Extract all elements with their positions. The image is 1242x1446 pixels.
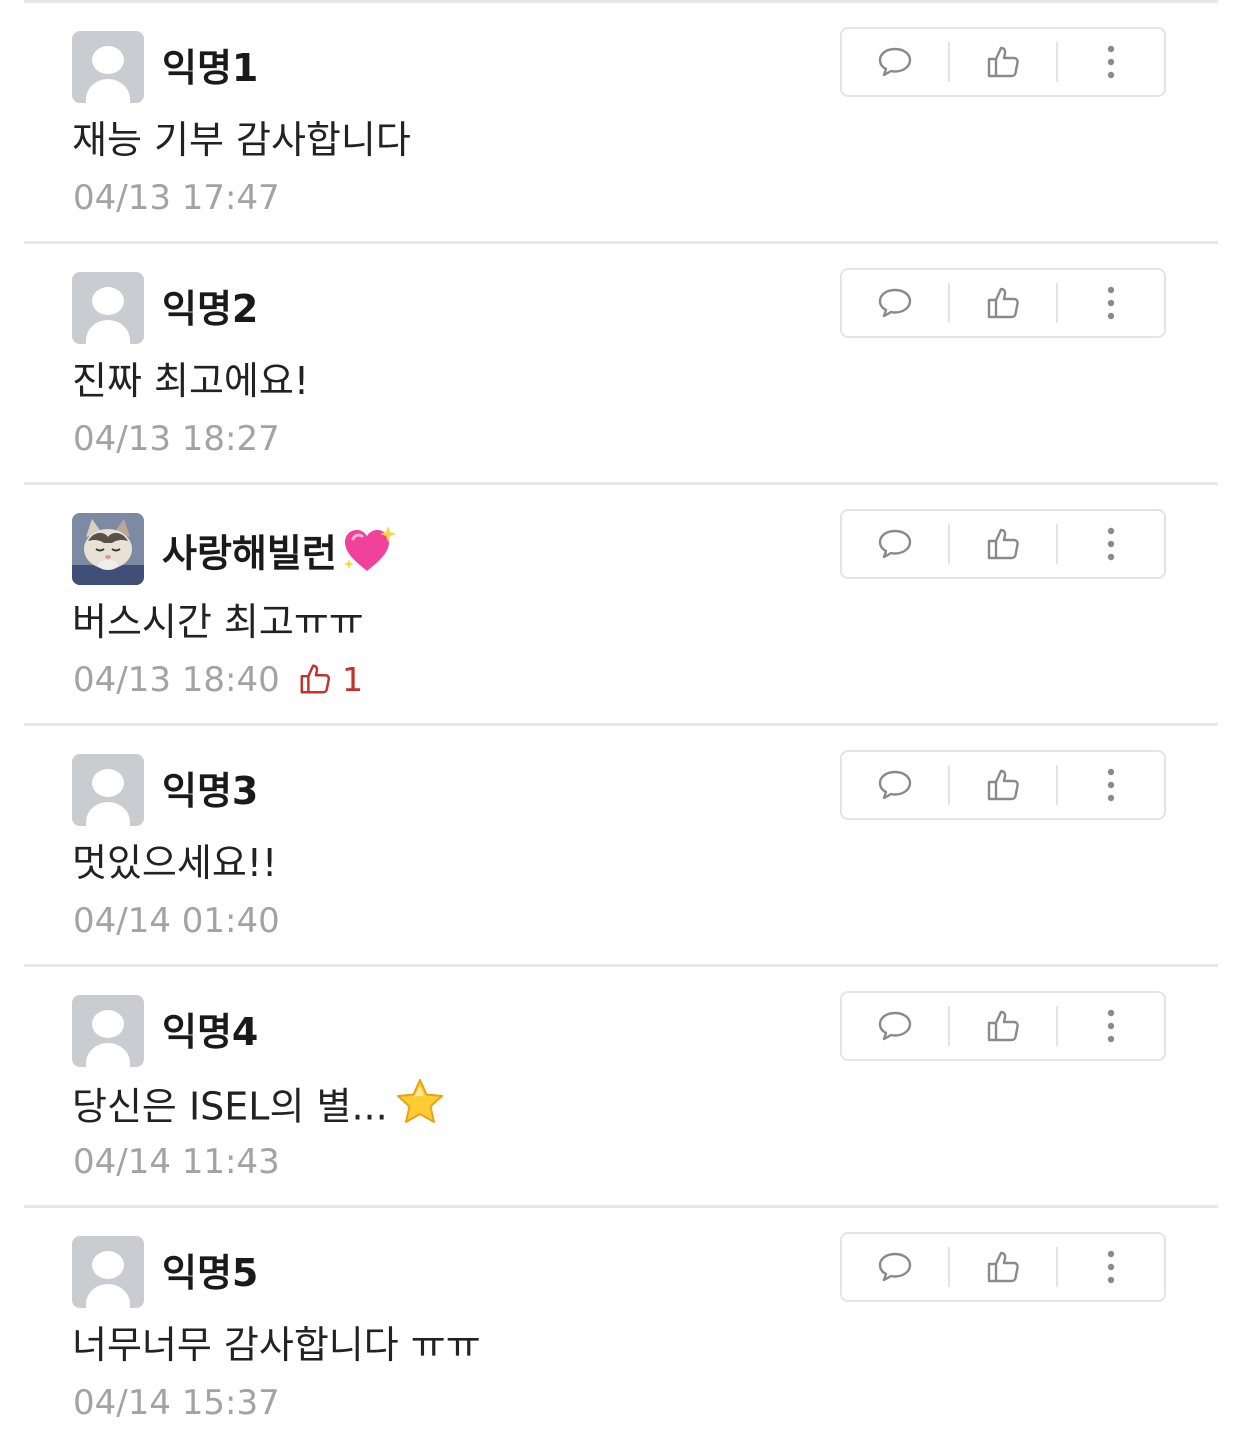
reply-button[interactable] xyxy=(842,270,948,336)
like-icon xyxy=(987,287,1019,319)
reply-button[interactable] xyxy=(842,993,948,1059)
comment-actions xyxy=(840,1232,1166,1302)
avatar[interactable] xyxy=(72,754,144,826)
like-icon xyxy=(300,664,331,693)
comment-time: 04/14 01:40 xyxy=(73,901,280,941)
comment-item: 사랑해빌런 버스시간 최고ㅠㅠ 04/13 18:40 1 xyxy=(0,485,1242,723)
comment-nickname[interactable]: 사랑해빌런 xyxy=(162,525,397,576)
more-icon xyxy=(1107,1009,1115,1043)
reply-button[interactable] xyxy=(842,1234,948,1300)
like-icon xyxy=(987,1010,1019,1042)
cat-photo-icon xyxy=(72,513,144,585)
comment-item: 익명4 당신은 ISEL의 별... 04/14 11:43 xyxy=(0,967,1242,1205)
reply-icon xyxy=(878,1252,912,1282)
more-button[interactable] xyxy=(1058,752,1164,818)
reply-icon xyxy=(878,770,912,800)
comment-actions xyxy=(840,509,1166,579)
more-icon xyxy=(1107,768,1115,802)
comment-text: 너무너무 감사합니다 ㅠㅠ xyxy=(72,1323,481,1367)
like-icon xyxy=(987,769,1019,801)
reply-icon xyxy=(878,288,912,318)
comment-item: 익명2 진짜 최고에요! 04/13 18:27 xyxy=(0,244,1242,482)
like-button[interactable] xyxy=(950,993,1056,1059)
reply-icon xyxy=(878,1011,912,1041)
comment-actions xyxy=(840,991,1166,1061)
comment-text: 버스시간 최고ㅠㅠ xyxy=(72,600,364,644)
sparkling-heart-icon xyxy=(341,525,397,587)
comment-nickname[interactable]: 익명5 xyxy=(162,1248,258,1298)
like-button[interactable] xyxy=(950,511,1056,577)
comment-item: 익명5 너무너무 감사합니다 ㅠㅠ 04/14 15:37 xyxy=(0,1208,1242,1446)
comment-time: 04/14 11:43 xyxy=(73,1142,280,1182)
comment-nickname[interactable]: 익명3 xyxy=(162,766,258,816)
avatar[interactable] xyxy=(72,272,144,344)
more-icon xyxy=(1107,1250,1115,1284)
like-button[interactable] xyxy=(950,29,1056,95)
comment-item: 익명1 재능 기부 감사합니다 04/13 17:47 xyxy=(0,3,1242,241)
avatar[interactable] xyxy=(72,31,144,103)
avatar[interactable] xyxy=(72,1236,144,1308)
comment-actions xyxy=(840,27,1166,97)
like-button[interactable] xyxy=(950,1234,1056,1300)
more-icon xyxy=(1107,286,1115,320)
avatar[interactable] xyxy=(72,513,144,585)
comment-time: 04/13 18:40 xyxy=(73,660,280,700)
reply-button[interactable] xyxy=(842,29,948,95)
more-button[interactable] xyxy=(1058,511,1164,577)
comment-nickname[interactable]: 익명4 xyxy=(162,1007,258,1057)
comment-text: 재능 기부 감사합니다 xyxy=(72,118,411,162)
more-icon xyxy=(1107,527,1115,561)
reply-button[interactable] xyxy=(842,511,948,577)
more-icon xyxy=(1107,45,1115,79)
star-icon xyxy=(394,1077,446,1141)
like-count: 1 xyxy=(298,659,363,701)
reply-icon xyxy=(878,47,912,77)
comment-text: 멋있으세요!! xyxy=(72,841,278,885)
comment-nickname[interactable]: 익명2 xyxy=(162,284,258,334)
more-button[interactable] xyxy=(1058,1234,1164,1300)
like-icon xyxy=(987,528,1019,560)
reply-button[interactable] xyxy=(842,752,948,818)
comment-actions xyxy=(840,750,1166,820)
comment-actions xyxy=(840,268,1166,338)
comment-nickname[interactable]: 익명1 xyxy=(162,43,258,93)
comment-text: 당신은 ISEL의 별... xyxy=(72,1077,446,1131)
more-button[interactable] xyxy=(1058,270,1164,336)
reply-icon xyxy=(878,529,912,559)
comment-time: 04/13 17:47 xyxy=(73,178,280,218)
more-button[interactable] xyxy=(1058,993,1164,1059)
like-icon xyxy=(987,46,1019,78)
more-button[interactable] xyxy=(1058,29,1164,95)
avatar[interactable] xyxy=(72,995,144,1067)
like-button[interactable] xyxy=(950,752,1056,818)
comment-time: 04/14 15:37 xyxy=(73,1383,280,1423)
comment-time: 04/13 18:27 xyxy=(73,419,280,459)
like-button[interactable] xyxy=(950,270,1056,336)
comment-text: 진짜 최고에요! xyxy=(72,359,310,403)
comment-item: 익명3 멋있으세요!! 04/14 01:40 xyxy=(0,726,1242,964)
like-icon xyxy=(987,1251,1019,1283)
